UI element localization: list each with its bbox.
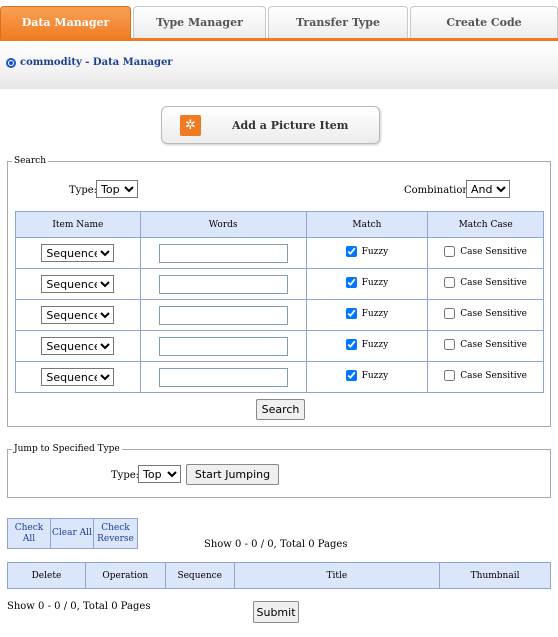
col-words: Words (139, 211, 307, 238)
case-sensitive-checkbox[interactable]: Case Sensitive (444, 339, 527, 350)
type-label: Type: (69, 185, 98, 196)
col-delete: Delete (7, 562, 86, 589)
words-input[interactable] (158, 367, 288, 387)
table-row: Sequence Fuzzy Case Sensitive (15, 299, 544, 331)
words-input[interactable] (158, 274, 288, 294)
fuzzy-checkbox[interactable]: Fuzzy (345, 370, 388, 381)
case-check[interactable] (444, 370, 456, 381)
combination-label: Combination: (404, 185, 473, 196)
words-input[interactable] (158, 243, 288, 263)
results-header: Delete Operation Sequence Title Thumbnai… (7, 562, 551, 589)
jump-type-label: Type: (111, 470, 140, 481)
fuzzy-check[interactable] (345, 370, 357, 381)
bullet-icon (6, 57, 16, 68)
fuzzy-check[interactable] (345, 339, 357, 350)
tab-type-manager[interactable]: Type Manager (133, 6, 266, 40)
search-button[interactable]: Search (256, 399, 305, 420)
paging-info-top: Show 0 - 0 / 0, Total 0 Pages (204, 539, 348, 550)
jump-legend: Jump to Specified Type (14, 444, 120, 454)
breadcrumb-text: commodity - Data Manager (20, 57, 173, 68)
case-check[interactable] (444, 277, 456, 288)
words-input[interactable] (158, 305, 288, 325)
fuzzy-check[interactable] (345, 277, 357, 288)
case-check[interactable] (444, 246, 456, 257)
tab-transfer-type[interactable]: Transfer Type (268, 6, 408, 40)
case-sensitive-checkbox[interactable]: Case Sensitive (444, 277, 527, 288)
item-name-select[interactable]: Sequence (41, 306, 115, 324)
table-row: Sequence Fuzzy Case Sensitive (15, 330, 544, 362)
table-row: Sequence Fuzzy Case Sensitive (15, 237, 544, 269)
paging-info-bottom: Show 0 - 0 / 0, Total 0 Pages (7, 601, 151, 612)
search-grid-header: Item Name Words Match Match Case (15, 211, 544, 238)
start-jumping-button[interactable]: Start Jumping (186, 464, 279, 485)
breadcrumb: commodity - Data Manager (6, 57, 173, 68)
case-check[interactable] (444, 339, 456, 350)
fuzzy-checkbox[interactable]: Fuzzy (345, 246, 388, 257)
combination-select[interactable]: And (466, 180, 510, 198)
search-legend: Search (14, 156, 46, 166)
col-title: Title (233, 562, 441, 589)
jump-panel: Jump to Specified Type (7, 444, 551, 498)
col-operation: Operation (84, 562, 166, 589)
type-select[interactable]: Top (96, 180, 138, 198)
add-picture-button[interactable]: ✲ Add a Picture Item (161, 106, 380, 144)
case-sensitive-checkbox[interactable]: Case Sensitive (444, 246, 527, 257)
selection-controls: Check All Clear All Check Reverse (7, 518, 138, 549)
case-sensitive-checkbox[interactable]: Case Sensitive (444, 370, 527, 381)
tab-create-code[interactable]: Create Code (410, 6, 558, 40)
submit-button[interactable]: Submit (253, 601, 299, 623)
item-name-select[interactable]: Sequence (41, 337, 115, 355)
words-input[interactable] (158, 336, 288, 356)
item-name-select[interactable]: Sequence (41, 275, 115, 293)
table-row: Sequence Fuzzy Case Sensitive (15, 361, 544, 393)
col-sequence: Sequence (164, 562, 235, 589)
results-table: Delete Operation Sequence Title Thumbnai… (7, 562, 551, 589)
fuzzy-checkbox[interactable]: Fuzzy (345, 339, 388, 350)
search-grid: Item Name Words Match Match Case Sequenc… (15, 211, 544, 393)
col-match: Match (305, 211, 429, 238)
col-thumbnail: Thumbnail (439, 562, 551, 589)
tab-data-manager[interactable]: Data Manager (0, 6, 131, 40)
clear-all-button[interactable]: Clear All (51, 519, 94, 548)
check-reverse-button[interactable]: Check Reverse (94, 519, 137, 548)
fuzzy-checkbox[interactable]: Fuzzy (345, 277, 388, 288)
tab-bar: Data Manager Type Manager Transfer Type … (0, 4, 558, 40)
fuzzy-check[interactable] (345, 246, 357, 257)
check-all-button[interactable]: Check All (8, 519, 51, 548)
item-name-select[interactable]: Sequence (41, 368, 115, 386)
table-row: Sequence Fuzzy Case Sensitive (15, 268, 544, 300)
case-sensitive-checkbox[interactable]: Case Sensitive (444, 308, 527, 319)
fuzzy-check[interactable] (345, 308, 357, 319)
case-check[interactable] (444, 308, 456, 319)
fuzzy-checkbox[interactable]: Fuzzy (345, 308, 388, 319)
add-picture-icon: ✲ (180, 115, 201, 136)
jump-type-select[interactable]: Top (138, 465, 181, 483)
add-picture-label: Add a Picture Item (232, 119, 349, 132)
col-item-name: Item Name (15, 211, 141, 238)
item-name-select[interactable]: Sequence (41, 244, 115, 262)
col-match-case: Match Case (427, 211, 544, 238)
